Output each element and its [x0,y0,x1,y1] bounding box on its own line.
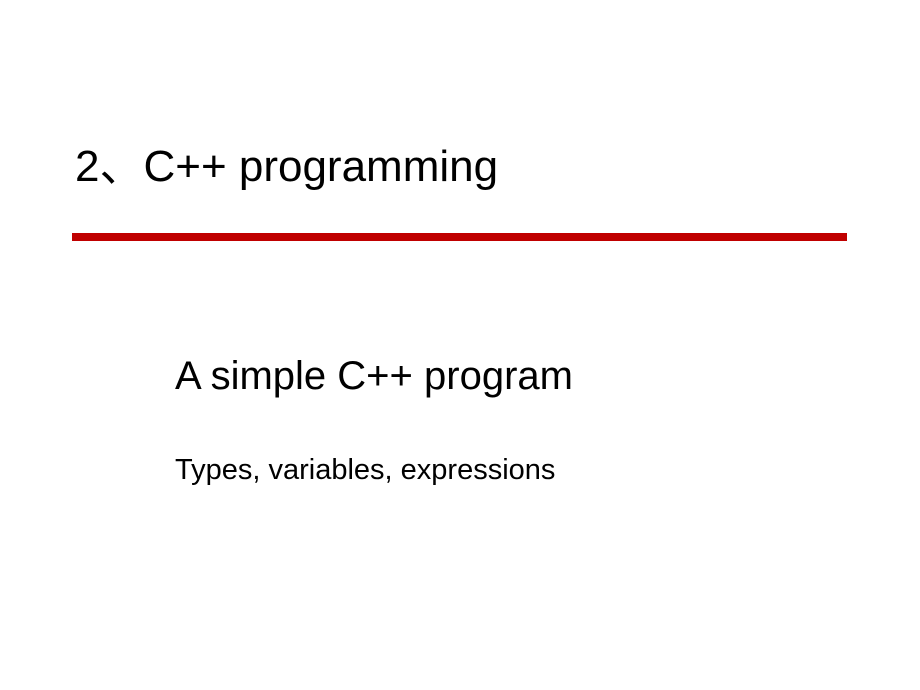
divider-line [72,233,847,241]
slide-container: 2、C++ programming A simple C++ program T… [0,0,920,690]
slide-description: Types, variables, expressions [175,454,845,487]
title-area: 2、C++ programming [0,0,920,224]
content-area: A simple C++ program Types, variables, e… [0,224,920,487]
slide-subtitle: A simple C++ program [175,354,845,399]
slide-title: 2、C++ programming [75,130,845,194]
